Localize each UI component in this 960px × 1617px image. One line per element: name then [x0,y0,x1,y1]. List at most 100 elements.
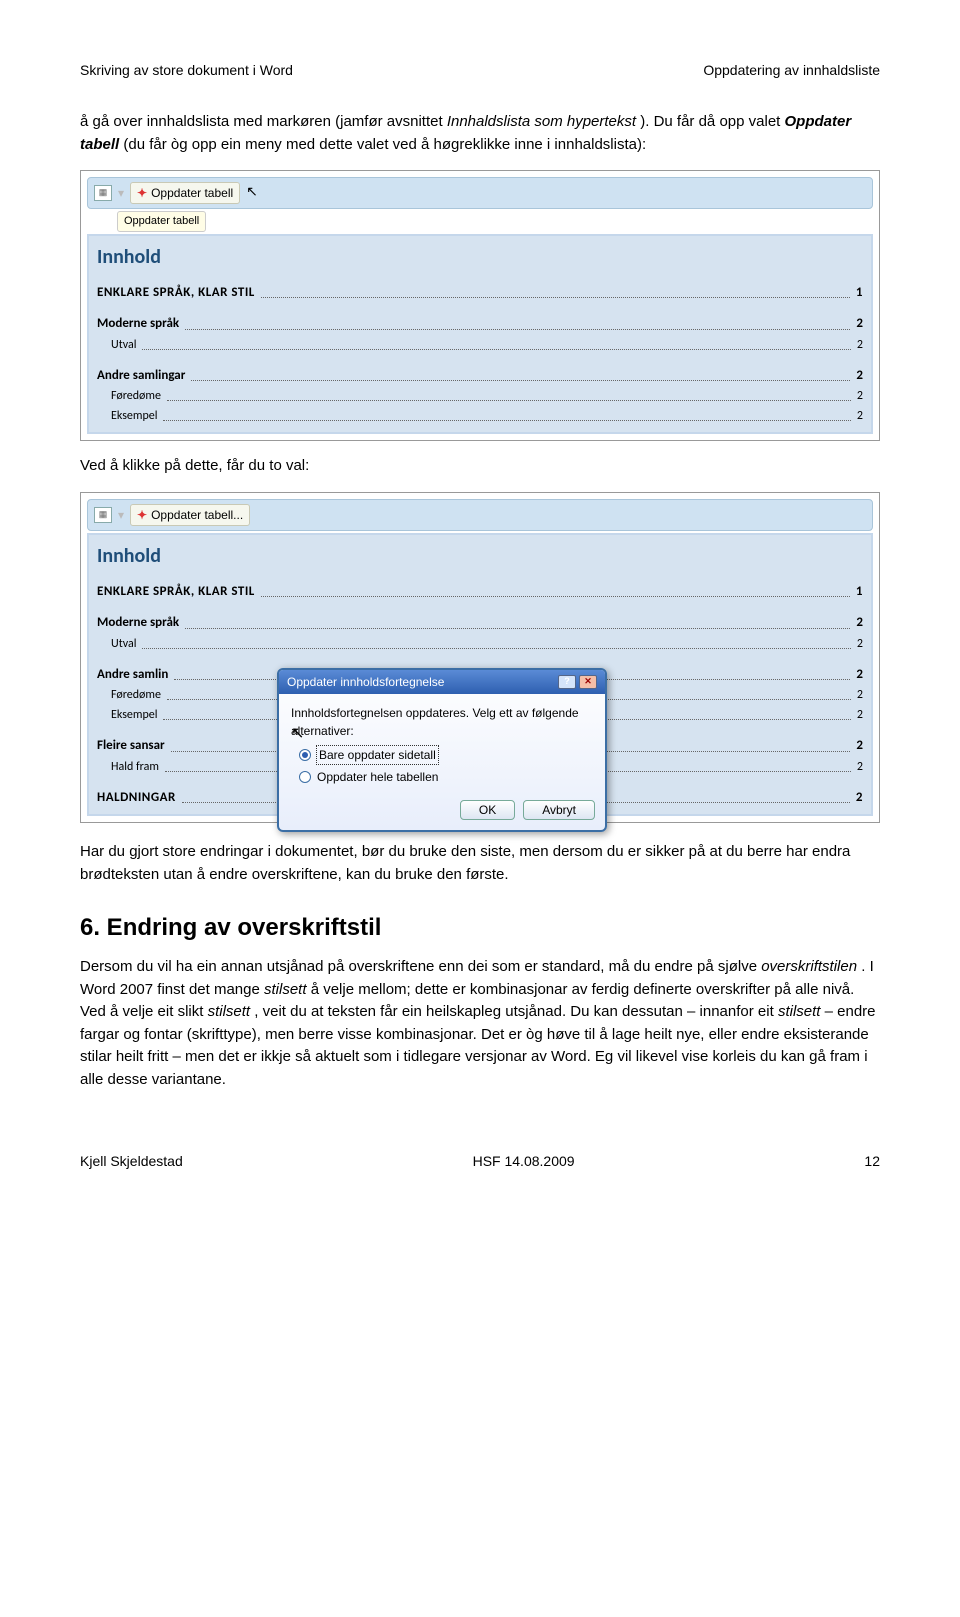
header-left: Skriving av store dokument i Word [80,60,293,81]
toc-select-icon[interactable]: ▦ [94,507,112,523]
toc-page-num: 2 [857,407,863,425]
toc-page-num: 2 [856,665,863,685]
update-label: Oppdater tabell [151,184,233,202]
toc-entry-title: Fleire sansar [97,736,165,756]
toc-row: Utval 2 [97,634,863,654]
toc-entry-title: Utval [111,635,136,653]
toc-entry-title: HALDNINGAR [97,788,176,808]
toc-page-num: 2 [856,366,863,386]
header-right: Oppdatering av innhaldsliste [703,60,880,81]
text-run: , veit du at teksten får ein heilskapleg… [254,1003,778,1020]
text-italic: overskriftstilen [761,958,857,975]
between-text: Ved å klikke på dette, får du to val: [80,455,880,478]
toc-entry-title: Føredøme [111,387,161,405]
section-heading: 6. Endring av overskriftstil [80,910,880,946]
help-icon[interactable]: ? [558,675,576,689]
toc-body: Innhold ENKLARE SPRÅK, KLAR STIL1Moderne… [87,234,873,435]
toc-leader [142,631,850,649]
refresh-icon: ✦ [137,184,147,202]
text-italic: stilsett [208,1003,251,1020]
toc-page-num: 2 [857,758,863,776]
dialog-message: Innholdsfortegnelsen oppdateres. Velg et… [291,704,593,740]
toc-entry-title: Hald fram [111,758,159,776]
after-text: Har du gjort store endringar i dokumente… [80,841,880,886]
ok-button[interactable]: OK [460,800,515,820]
footer-mid: HSF 14.08.2009 [473,1151,575,1172]
update-label: Oppdater tabell... [151,506,243,524]
dialog-buttons: OK Avbryt [279,794,605,830]
toc-page-num: 2 [857,635,863,653]
toc-leader [261,279,850,299]
toc-heading: Innhold [97,242,863,272]
toc-row: Eksempel 2 [97,406,863,426]
toc-page-num: 2 [856,788,863,808]
radio-option-whole-table[interactable]: Oppdater hele tabellen [291,766,593,788]
update-table-button[interactable]: ✦ Oppdater tabell... [130,504,250,526]
text-run: å gå over innhaldslista med markøren (ja… [80,113,447,130]
page-header: Skriving av store dokument i Word Oppdat… [80,60,880,81]
footer-left: Kjell Skjeldestad [80,1151,183,1172]
tooltip: Oppdater tabell [117,211,206,232]
toc-entry-title: Eksempel [111,706,157,724]
toc-heading: Innhold [97,541,863,571]
toc-entry-title: ENKLARE SPRÅK, KLAR STIL [97,582,255,602]
footer-right: 12 [864,1151,880,1172]
toc-page-num: 2 [857,387,863,405]
dialog-title-text: Oppdater innholdsfortegnelse [287,673,444,691]
dialog-body: Innholdsfortegnelsen oppdateres. Velg et… [279,694,605,794]
divider: ▾ [118,506,124,524]
radio-label: Oppdater hele tabellen [317,768,438,786]
close-icon[interactable]: ✕ [579,675,597,689]
toc-page-num: 2 [857,706,863,724]
divider: ▾ [118,184,124,202]
toc-leader [185,310,850,330]
toc-leader [261,578,850,598]
update-table-button[interactable]: ✦ Oppdater tabell [130,182,240,204]
toc-leader [167,383,851,401]
toc-row: ENKLARE SPRÅK, KLAR STIL 1 [97,282,863,304]
text-run: ). Du får då opp valet [640,113,784,130]
toc-page-num: 2 [856,736,863,756]
text-italic: stilsett [264,981,307,998]
toc-row: Utval 2 [97,335,863,355]
cursor-icon: ↖ [291,722,304,746]
toc-control-bar: ▦ ▾ ✦ Oppdater tabell ↖ [87,177,873,209]
cancel-button[interactable]: Avbryt [523,800,595,820]
toc-leader [142,332,850,350]
toc-body: Innhold ENKLARE SPRÅK, KLAR STIL1Moderne… [87,533,873,817]
toc-page-num: 2 [857,336,863,354]
screenshot-box-2: ▦ ▾ ✦ Oppdater tabell... Innhold ENKLARE… [80,492,880,824]
section-paragraph: Dersom du vil ha ein annan utsjånad på o… [80,956,880,1091]
toc-control-bar: ▦ ▾ ✦ Oppdater tabell... [87,499,873,531]
text-italic: stilsett [778,1003,821,1020]
toc-entry-title: Eksempel [111,407,157,425]
radio-option-page-only[interactable]: Bare oppdater sidetall [291,744,593,766]
toc-page-num: 2 [857,686,863,704]
toc-page-num: 2 [856,613,863,633]
toc-page-num: 2 [856,314,863,334]
cursor-icon: ↖ [246,181,258,202]
toc-page-num: 1 [856,582,863,602]
toc-entry-title: Føredøme [111,686,161,704]
toc-list: ENKLARE SPRÅK, KLAR STIL1Moderne språk2U… [97,282,863,427]
text-run: Dersom du vil ha ein annan utsjånad på o… [80,958,761,975]
page-footer: Kjell Skjeldestad HSF 14.08.2009 12 [80,1151,880,1172]
toc-entry-title: Utval [111,336,136,354]
screenshot-box-1: ▦ ▾ ✦ Oppdater tabell ↖ Oppdater tabell … [80,170,880,441]
text-italic: Innhaldslista som hypertekst [447,113,636,130]
toc-entry-title: Andre samlin [97,665,168,685]
intro-paragraph: å gå over innhaldslista med markøren (ja… [80,111,880,156]
toc-entry-title: ENKLARE SPRÅK, KLAR STIL [97,283,255,303]
toc-row: ENKLARE SPRÅK, KLAR STIL 1 [97,581,863,603]
refresh-icon: ✦ [137,506,147,524]
text-run: (du får òg opp ein meny med dette valet … [123,136,646,153]
tooltip-row: Oppdater tabell [87,209,873,232]
toc-page-num: 1 [856,283,863,303]
radio-label: Bare oppdater sidetall [317,746,438,764]
dialog-titlebar: Oppdater innholdsfortegnelse ? ✕ [279,670,605,694]
toc-leader [185,609,850,629]
update-toc-dialog: Oppdater innholdsfortegnelse ? ✕ Innhold… [277,668,607,832]
toc-leader [191,362,850,382]
toc-select-icon[interactable]: ▦ [94,185,112,201]
toc-leader [163,403,850,421]
